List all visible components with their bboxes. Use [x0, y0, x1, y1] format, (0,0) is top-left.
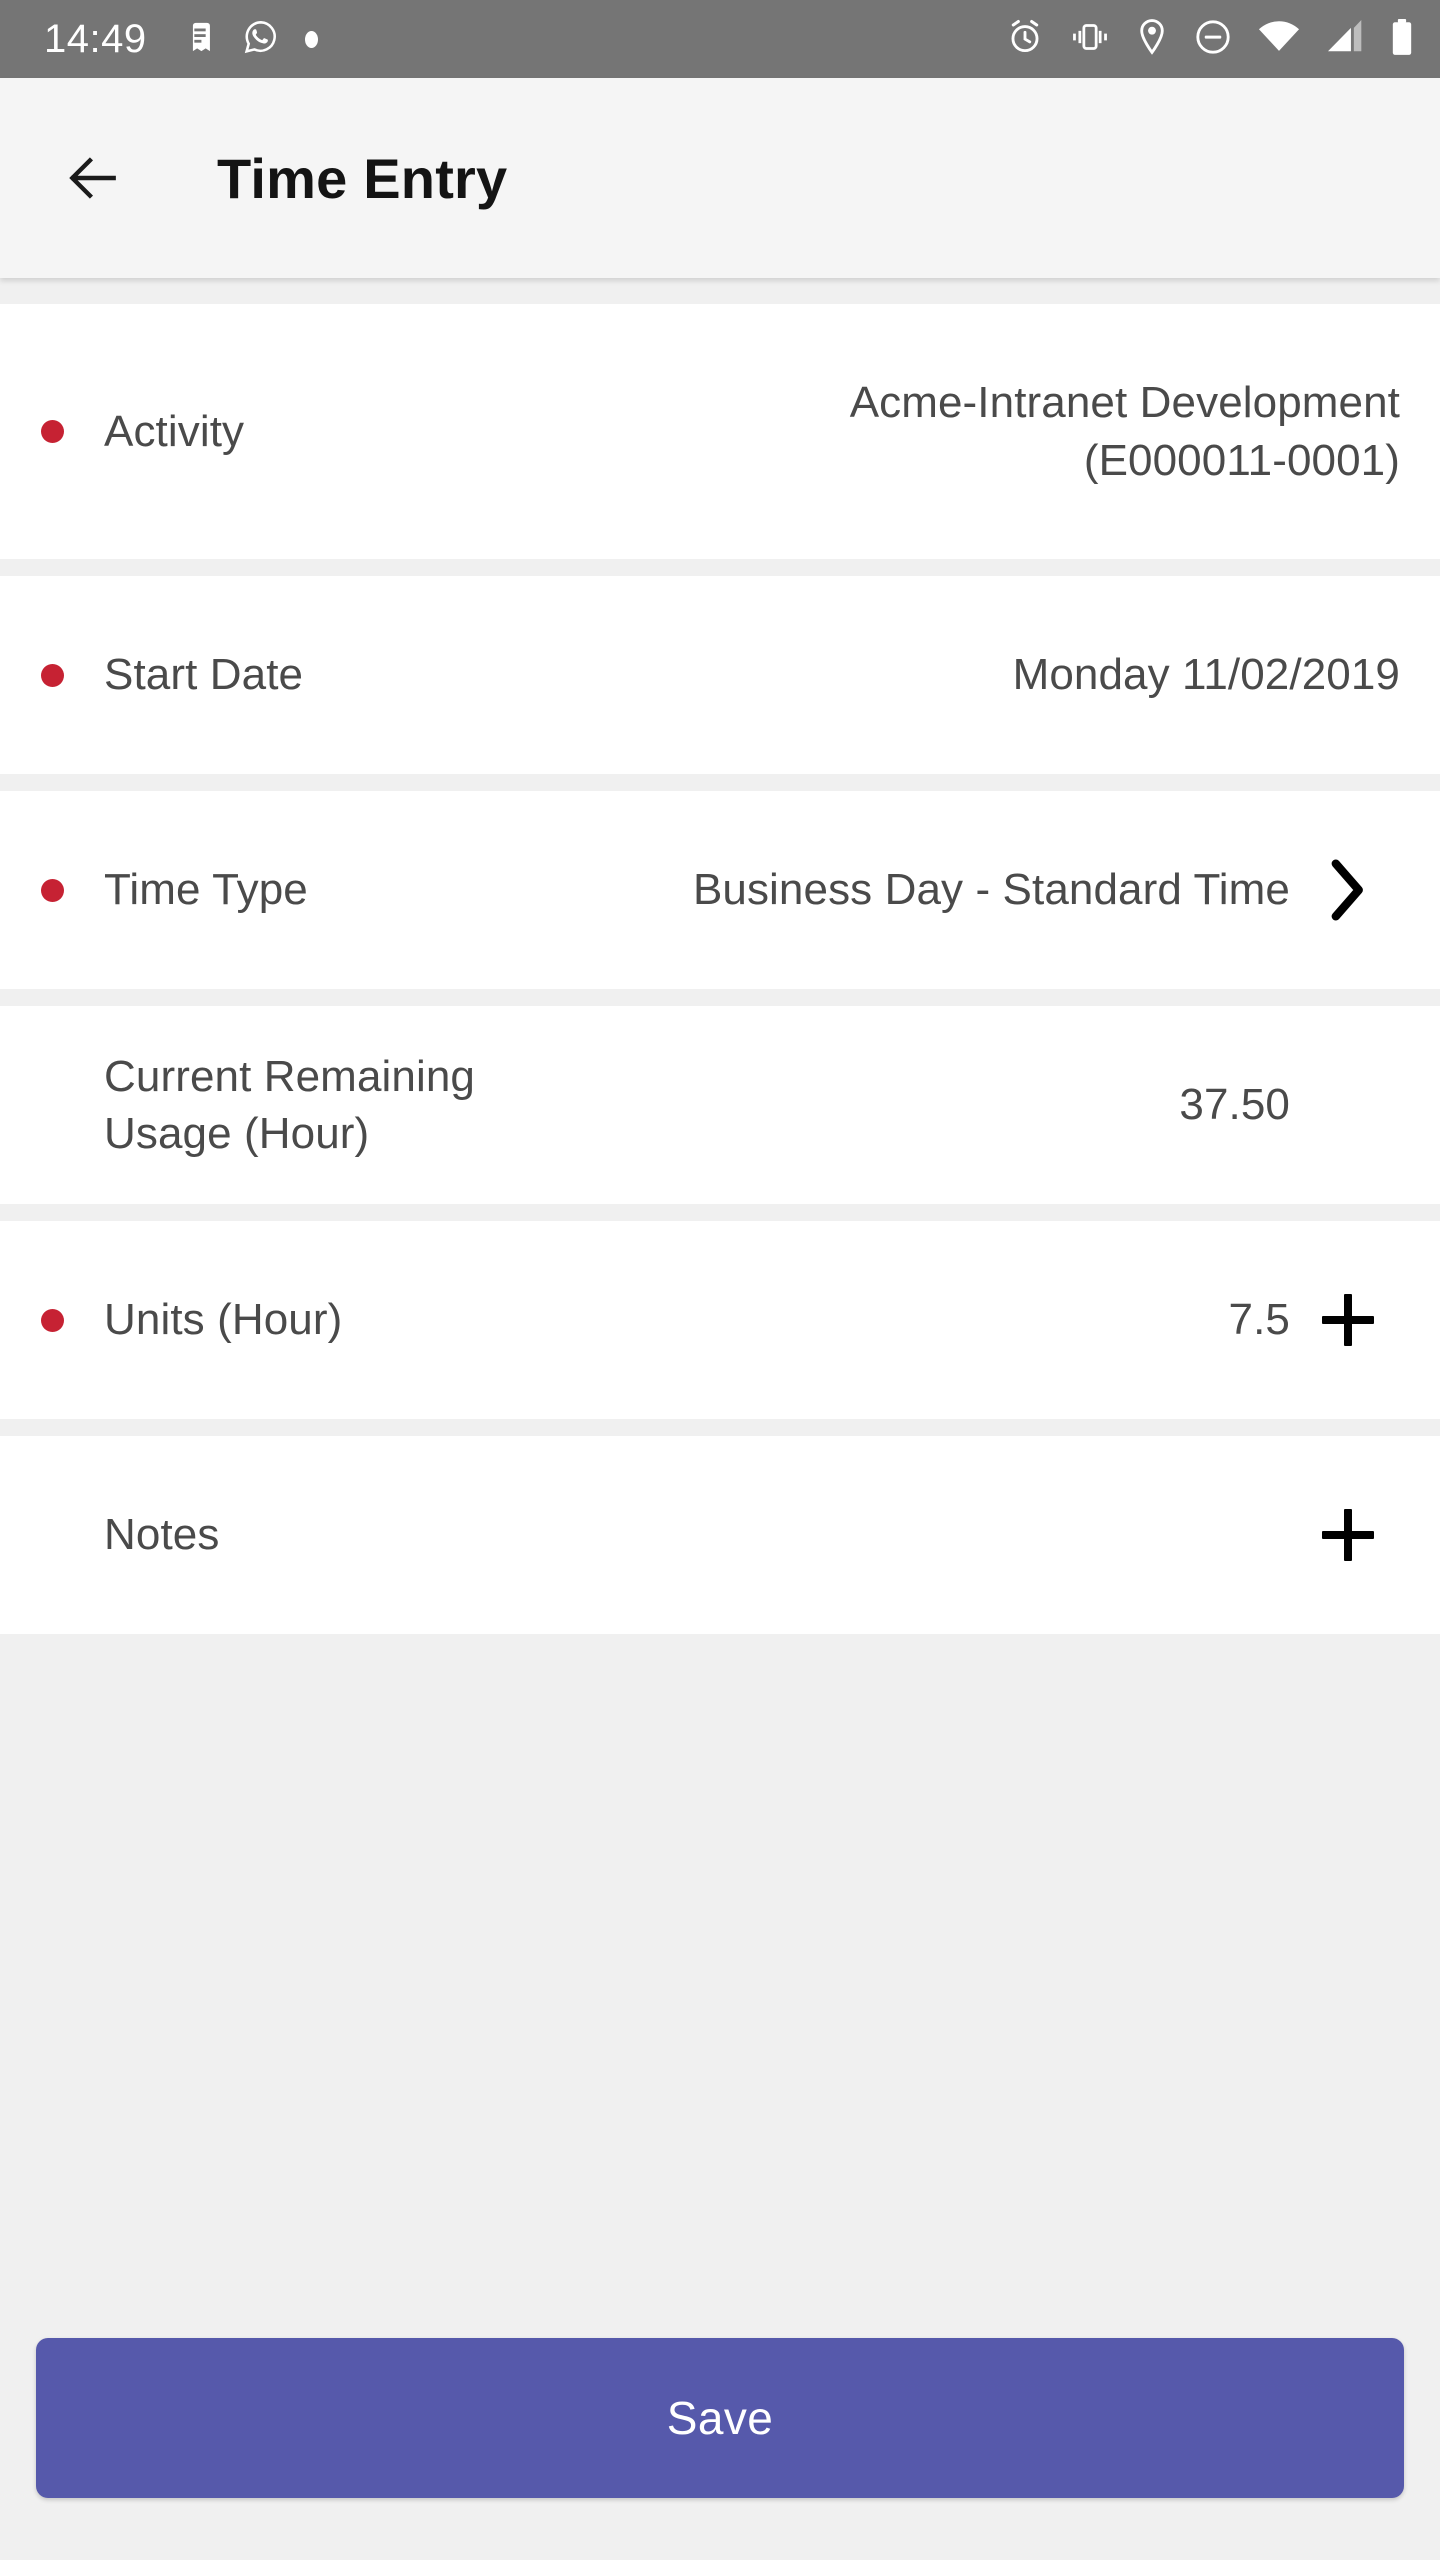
save-button[interactable]: Save [36, 2338, 1404, 2498]
form-row-time-type[interactable]: Time Type Business Day - Standard Time [0, 791, 1440, 989]
time-entry-screen: 14:49 Time Entry Activity Acme-Intranet … [0, 0, 1440, 2560]
message-icon [183, 19, 217, 60]
status-bar-system-icons [1006, 18, 1414, 61]
required-dot-icon [40, 1308, 64, 1332]
form-row-label-units: Units (Hour) [104, 1295, 343, 1345]
notification-dot-icon [304, 30, 318, 48]
wifi-icon [1258, 20, 1300, 59]
form-content: Activity Acme-Intranet Development (E000… [0, 278, 1440, 2338]
notes-add-button[interactable] [1296, 1509, 1400, 1561]
time-type-disclosure-button[interactable] [1296, 855, 1400, 925]
back-button[interactable] [62, 147, 124, 209]
form-row-start-date[interactable]: Start Date Monday 11/02/2019 [0, 576, 1440, 774]
required-dot-icon [40, 663, 64, 687]
content-filler [0, 1634, 1440, 2338]
required-indicator-time-type [0, 878, 104, 902]
whatsapp-icon [243, 18, 279, 61]
page-title: Time Entry [217, 146, 508, 210]
status-bar-clock: 14:49 [44, 17, 147, 61]
location-pin-icon [1136, 18, 1168, 61]
status-bar: 14:49 [0, 0, 1440, 78]
status-bar-notification-icons [183, 18, 318, 61]
form-row-current-remaining-usage: Current Remaining Usage (Hour) 37.50 [0, 1006, 1440, 1204]
form-row-value-start-date: Monday 11/02/2019 [1012, 650, 1400, 700]
required-dot-icon [40, 878, 64, 902]
form-row-value-units: 7.5 [1228, 1295, 1290, 1345]
form-row-units[interactable]: Units (Hour) 7.5 [0, 1221, 1440, 1419]
footer: Save [0, 2338, 1440, 2560]
required-indicator-current-remaining-usage [0, 1094, 104, 1117]
required-dot-icon [40, 420, 64, 443]
alarm-clock-icon [1006, 18, 1044, 61]
required-indicator-activity [0, 420, 104, 443]
form-row-notes[interactable]: Notes [0, 1436, 1440, 1634]
do-not-disturb-icon [1194, 18, 1232, 61]
plus-icon [1322, 1509, 1374, 1561]
form-row-label-activity: Activity [104, 406, 245, 456]
form-row-label-time-type: Time Type [104, 865, 308, 915]
form-row-value-current-remaining-usage: 37.50 [1179, 1080, 1290, 1130]
form-row-label-notes: Notes [104, 1510, 220, 1560]
required-indicator-notes [0, 1524, 104, 1547]
form-row-value-time-type: Business Day - Standard Time [692, 865, 1290, 915]
app-bar: Time Entry [0, 78, 1440, 278]
form-row-label-start-date: Start Date [104, 650, 304, 700]
form-row-label-current-remaining-usage: Current Remaining Usage (Hour) [104, 1051, 475, 1158]
form-row-value-activity: Acme-Intranet Development (E000011-0001) [849, 378, 1400, 485]
plus-icon [1322, 1294, 1374, 1346]
units-add-button[interactable] [1296, 1294, 1400, 1346]
battery-icon [1390, 18, 1414, 61]
chevron-right-icon [1331, 859, 1363, 921]
cellular-signal-icon [1326, 19, 1364, 59]
required-indicator-units [0, 1308, 104, 1332]
form-row-activity[interactable]: Activity Acme-Intranet Development (E000… [0, 304, 1440, 559]
required-indicator-start-date [0, 663, 104, 687]
vibrate-icon [1070, 19, 1110, 60]
arrow-left-icon [69, 157, 116, 199]
